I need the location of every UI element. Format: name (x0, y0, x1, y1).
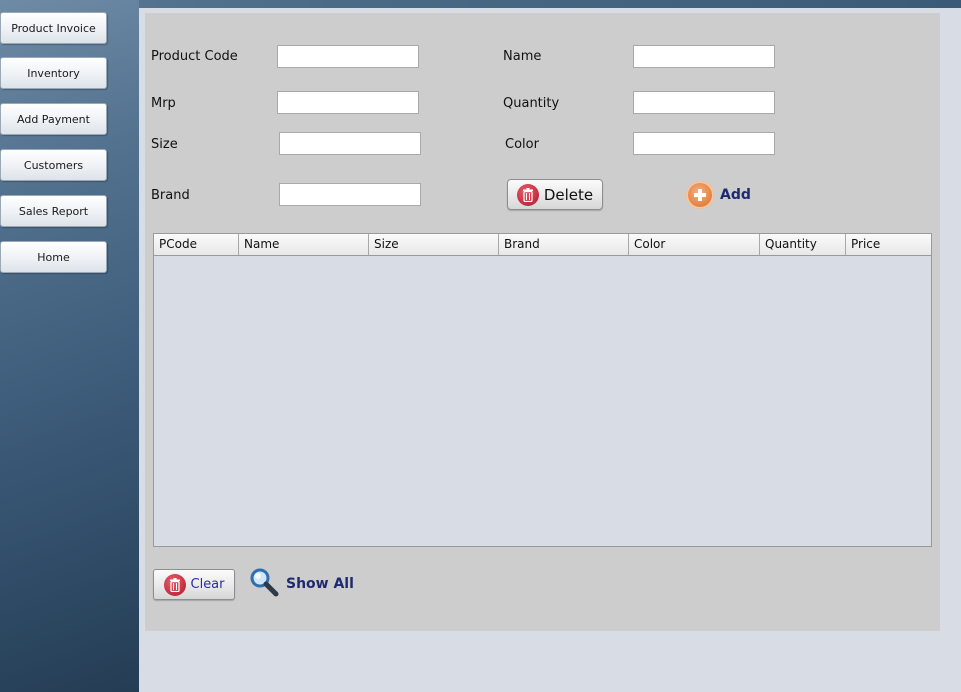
quantity-label: Quantity (503, 96, 560, 111)
column-header-size[interactable]: Size (369, 234, 499, 255)
quantity-field[interactable] (633, 91, 775, 114)
clear-button-label: Clear (190, 577, 225, 592)
sidebar: Product Invoice Inventory Add Payment Cu… (0, 0, 139, 692)
window-top-bar (0, 0, 961, 8)
delete-button-label: Delete (543, 185, 594, 204)
inventory-panel: Product Code Name Mrp Quantity Size Colo… (145, 13, 940, 631)
magnifier-icon (249, 567, 279, 601)
plus-circle-icon (686, 180, 714, 209)
sidebar-item-customers[interactable]: Customers (0, 149, 107, 181)
brand-field[interactable] (279, 183, 421, 206)
add-button-label: Add (720, 186, 751, 203)
sidebar-item-inventory[interactable]: Inventory (0, 57, 107, 89)
color-label: Color (505, 137, 539, 152)
brand-label: Brand (151, 188, 190, 203)
sidebar-item-add-payment[interactable]: Add Payment (0, 103, 107, 135)
table-body[interactable] (154, 256, 931, 546)
column-header-color[interactable]: Color (629, 234, 760, 255)
size-field[interactable] (279, 132, 421, 155)
column-header-price[interactable]: Price (846, 234, 931, 255)
column-header-name[interactable]: Name (239, 234, 369, 255)
name-field[interactable] (633, 45, 775, 68)
sidebar-item-sales-report[interactable]: Sales Report (0, 195, 107, 227)
name-label: Name (503, 49, 542, 64)
sidebar-item-product-invoice[interactable]: Product Invoice (0, 12, 107, 44)
sidebar-item-home[interactable]: Home (0, 241, 107, 273)
color-field[interactable] (633, 132, 775, 155)
mrp-label: Mrp (151, 96, 176, 111)
add-button[interactable]: Add (686, 179, 751, 210)
column-header-pcode[interactable]: PCode (154, 234, 239, 255)
size-label: Size (151, 137, 178, 152)
product-code-field[interactable] (277, 45, 419, 68)
column-header-quantity[interactable]: Quantity (760, 234, 846, 255)
show-all-button[interactable]: Show All (249, 568, 354, 600)
product-code-label: Product Code (151, 49, 238, 64)
column-header-brand[interactable]: Brand (499, 234, 629, 255)
inventory-table[interactable]: PCode Name Size Brand Color Quantity Pri… (153, 233, 932, 547)
clear-button[interactable]: Clear (153, 569, 235, 600)
delete-button[interactable]: Delete (507, 179, 603, 210)
show-all-button-label: Show All (286, 576, 354, 592)
table-header: PCode Name Size Brand Color Quantity Pri… (154, 234, 931, 256)
trash-icon (163, 573, 186, 596)
mrp-field[interactable] (277, 91, 419, 114)
trash-icon (516, 183, 539, 206)
